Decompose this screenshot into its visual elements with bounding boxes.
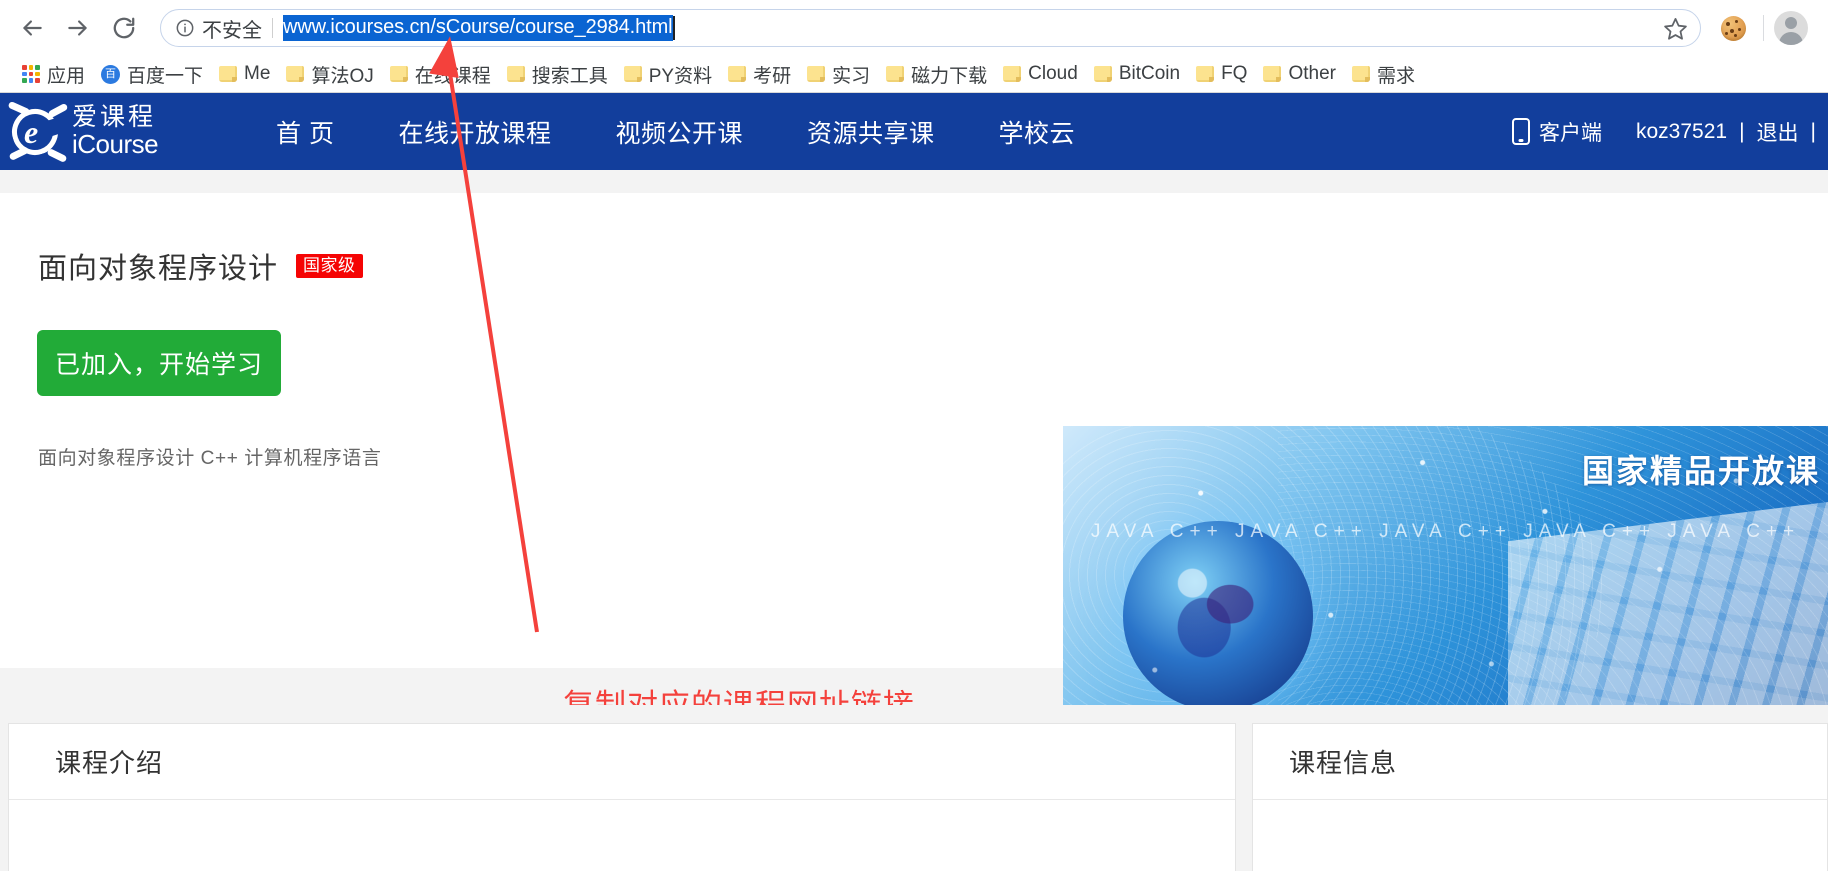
banner-code-text: JAVA C++ JAVA C++ JAVA C++ JAVA C++ JAVA… [1090,521,1801,542]
header-user-area: 客户端 koz37521 | 退出 | [1511,93,1828,170]
reload-button[interactable] [106,10,142,46]
folder-icon [1351,66,1370,82]
nav-item-online-open-course[interactable]: 在线开放课程 [366,114,583,150]
nav-item-resource-shared-course[interactable]: 资源共享课 [775,114,967,150]
bookmark-suanfaoj[interactable]: 算法OJ [278,60,381,88]
username-label[interactable]: koz37521 [1636,120,1727,144]
folder-icon [623,66,642,82]
bookmark-label: FQ [1221,63,1248,84]
cookie-extension-icon[interactable] [1713,8,1753,48]
bookmark-label: 算法OJ [311,65,374,87]
folder-icon [389,66,408,82]
nav-item-video-open-course[interactable]: 视频公开课 [583,114,775,150]
bookmark-label: 应用 [47,65,86,87]
folder-icon [219,66,238,82]
logout-link[interactable]: 退出 [1757,117,1799,147]
icourse-logo[interactable]: e 爱课程 iCourse [8,100,194,163]
bookmark-kaoyan[interactable]: 考研 [720,60,799,88]
mobile-phone-icon [1511,118,1530,145]
course-introduction-title: 课程介绍 [9,724,1235,800]
bookmark-bitcoin[interactable]: BitCoin [1086,60,1188,88]
start-learning-button[interactable]: 已加入，开始学习 [37,330,281,396]
bookmark-apps[interactable]: 应用 [14,60,93,88]
page-title: 面向对象程序设计 [38,253,279,285]
bookmark-label: 实习 [832,65,871,87]
omnibox-divider [272,18,273,38]
bookmark-shixi[interactable]: 实习 [799,60,878,88]
bookmark-online-course[interactable]: 在线课程 [382,60,499,88]
folder-icon [1093,66,1112,82]
bookmark-baidu[interactable]: 百度一下 [93,60,211,88]
bookmark-fq[interactable]: FQ [1188,60,1255,88]
address-bar[interactable]: 不安全 www.icourses.cn/sCourse/course_2984.… [160,9,1701,47]
client-app-link[interactable]: 客户端 [1539,117,1602,147]
icourse-logo-text: 爱课程 iCourse [72,103,159,160]
profile-avatar[interactable] [1774,11,1808,45]
folder-icon [886,66,905,82]
bookmark-label: Cloud [1028,63,1078,84]
course-hero-section: 面向对象程序设计 国家级 已加入，开始学习 面向对象程序设计 C++ 计算机程序… [0,193,1828,775]
bookmark-me[interactable]: Me [211,60,278,88]
forward-button[interactable] [60,10,96,46]
logo-chinese-name: 爱课程 [72,103,157,132]
bookmark-py-materials[interactable]: PY资料 [616,60,720,88]
bookmark-xuqiu[interactable]: 需求 [1344,60,1423,88]
folder-icon [506,66,525,82]
course-introduction-panel: 课程介绍 [8,723,1236,871]
folder-icon [1263,66,1282,82]
bookmark-label: Other [1288,63,1336,84]
bookmark-label: BitCoin [1118,63,1181,84]
site-info-icon[interactable] [175,18,195,38]
back-button[interactable] [14,10,50,46]
user-divider-2: | [1810,119,1816,143]
url-input[interactable]: www.icourses.cn/sCourse/course_2984.html [283,15,673,41]
browser-chrome: 不安全 www.icourses.cn/sCourse/course_2984.… [0,0,1828,93]
nav-item-home[interactable]: 首 页 [244,114,366,150]
baidu-icon [101,64,121,84]
bottom-panels: 课程介绍 课程信息 [0,705,1828,871]
bookmark-label: Me [244,63,271,84]
cookie-glyph [1720,15,1746,41]
bookmark-other[interactable]: Other [1255,60,1344,88]
course-title-row: 面向对象程序设计 国家级 [38,245,363,287]
bookmark-label: 在线课程 [414,65,491,87]
bookmark-label: 需求 [1376,65,1415,87]
security-status-label: 不安全 [202,19,262,42]
bookmark-label: 百度一下 [127,65,204,87]
avatar-glyph [1774,11,1808,45]
folder-icon [728,66,747,82]
text-caret [672,16,675,40]
bookmark-star-icon[interactable] [1658,11,1692,45]
bookmark-search-tools[interactable]: 搜索工具 [499,60,616,88]
bookmark-magnet-download[interactable]: 磁力下载 [878,60,995,88]
user-divider-1: | [1739,119,1745,143]
icourse-logo-mark-icon: e [8,100,70,163]
bookmark-cloud[interactable]: Cloud [995,60,1086,88]
banner-title-text: 国家精品开放课 [1581,453,1820,489]
bookmarks-bar: 应用 百度一下 Me 算法OJ 在线课程 搜索工具 PY资料 考 [0,56,1828,92]
main-navigation: 首 页 在线开放课程 视频公开课 资源共享课 学校云 [244,114,1107,150]
course-keywords: 面向对象程序设计 C++ 计算机程序语言 [38,448,382,469]
bookmark-label: 考研 [753,65,792,87]
course-banner-image: JAVA C++ JAVA C++ JAVA C++ JAVA C++ JAVA… [1063,426,1828,731]
browser-toolbar: 不安全 www.icourses.cn/sCourse/course_2984.… [0,0,1828,56]
bookmark-label: PY资料 [648,65,713,87]
site-header: e 爱课程 iCourse 首 页 在线开放课程 视频公开课 资源共享课 学校云… [0,93,1828,170]
folder-icon [1003,66,1022,82]
folder-icon [286,66,305,82]
bookmark-label: 搜索工具 [531,65,608,87]
status-badge: 国家级 [296,254,363,278]
course-info-panel: 课程信息 [1252,723,1828,871]
course-info-title: 课程信息 [1253,724,1827,800]
folder-icon [807,66,826,82]
toolbar-divider [1763,15,1764,41]
logo-english-name: iCourse [72,129,159,160]
bookmark-label: 磁力下载 [911,65,988,87]
page-content: e 爱课程 iCourse 首 页 在线开放课程 视频公开课 资源共享课 学校云… [0,93,1828,871]
nav-item-school-cloud[interactable]: 学校云 [967,114,1108,150]
apps-grid-icon [22,65,40,83]
folder-icon [1196,66,1215,82]
